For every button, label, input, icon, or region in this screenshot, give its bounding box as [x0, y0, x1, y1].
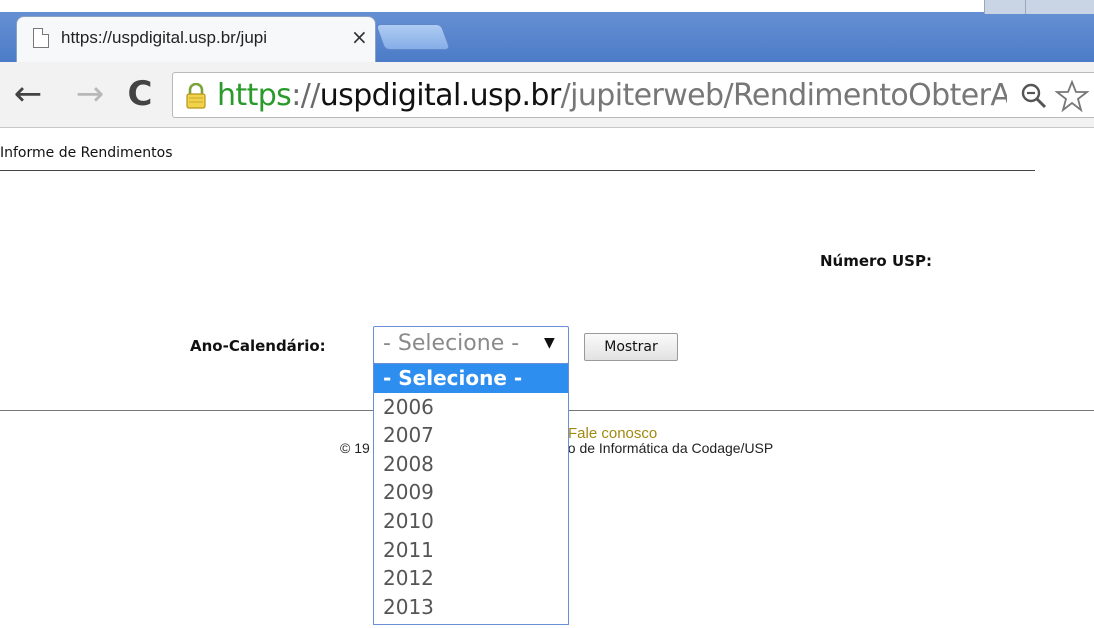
browser-toolbar: ← → C https://uspdigital.usp.br/jupiterw…: [0, 62, 1094, 128]
chevron-down-icon[interactable]: ▼: [544, 335, 555, 351]
url-separator: ://: [291, 78, 320, 113]
mostrar-button[interactable]: Mostrar: [584, 333, 678, 361]
numero-usp-label: Número USP:: [820, 252, 932, 270]
option-2011[interactable]: 2011: [374, 536, 568, 565]
url-path: /jupiterweb/RendimentoObterAnc: [560, 78, 1007, 113]
new-tab-button[interactable]: [375, 24, 451, 50]
page-icon: [33, 28, 49, 48]
forward-button[interactable]: →: [70, 74, 110, 114]
url-scheme: https: [217, 78, 292, 113]
tab-title: https://uspdigital.usp.br/jupi: [61, 28, 268, 47]
window-controls[interactable]: [984, 0, 1094, 14]
copyright-head: © 19: [340, 440, 370, 456]
title-divider: [0, 170, 1035, 171]
option-2010[interactable]: 2010: [374, 507, 568, 536]
address-bar[interactable]: https://uspdigital.usp.br/jupiterweb/Ren…: [172, 72, 1094, 118]
browser-tab[interactable]: https://uspdigital.usp.br/jupi ×: [16, 16, 376, 64]
reload-button[interactable]: C: [118, 74, 162, 114]
ano-calendario-select[interactable]: - Selecione - ▼: [373, 326, 569, 364]
close-tab-icon[interactable]: ×: [351, 25, 368, 49]
option-2012[interactable]: 2012: [374, 564, 568, 593]
select-value: - Selecione -: [383, 331, 520, 356]
lock-icon: [186, 83, 206, 109]
option-selecione[interactable]: - Selecione -: [374, 364, 568, 393]
page-title: Informe de Rendimentos: [0, 145, 173, 161]
tab-strip-top: [0, 0, 1094, 12]
option-2008[interactable]: 2008: [374, 450, 568, 479]
option-2009[interactable]: 2009: [374, 478, 568, 507]
tab-strip: https://uspdigital.usp.br/jupi ×: [0, 0, 1094, 64]
ano-calendario-dropdown[interactable]: - Selecione - 2006 2007 2008 2009 2010 2…: [373, 363, 569, 625]
back-button[interactable]: ←: [8, 74, 48, 114]
page-content: Informe de Rendimentos Número USP: Ano-C…: [0, 129, 1094, 628]
option-2013[interactable]: 2013: [374, 593, 568, 622]
option-2007[interactable]: 2007: [374, 421, 568, 450]
option-2006[interactable]: 2006: [374, 393, 568, 422]
bookmark-star-icon[interactable]: [1055, 79, 1089, 113]
ano-calendario-label: Ano-Calendário:: [190, 337, 326, 355]
url-host: uspdigital.usp.br: [319, 78, 561, 113]
url-text[interactable]: https://uspdigital.usp.br/jupiterweb/Ren…: [217, 76, 1007, 116]
zoom-icon[interactable]: [1019, 81, 1049, 111]
copyright-tail: o de Informática da Codage/USP: [567, 440, 774, 456]
